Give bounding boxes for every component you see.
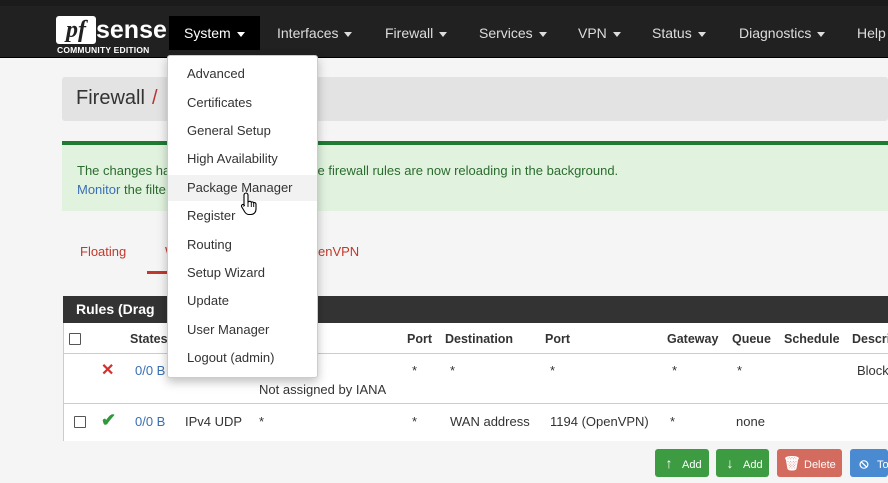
menu-user-manager[interactable]: User Manager (168, 317, 317, 343)
nav-firewall-label: Firewall (385, 25, 434, 41)
rules-panel-title: Rules (Drag (76, 301, 155, 317)
nav-vpn-label: VPN (578, 25, 607, 41)
logo-edition: COMMUNITY EDITION (57, 45, 150, 55)
chevron-down-icon (697, 31, 706, 37)
toggle-label: To (877, 459, 888, 471)
nav-status-label: Status (652, 25, 692, 41)
row2-checkbox[interactable] (74, 416, 86, 428)
menu-general-setup[interactable]: General Setup (168, 118, 317, 144)
row1-description: Block (857, 363, 888, 378)
alert-text-rest: the filte (120, 182, 166, 197)
menu-certificates[interactable]: Certificates (168, 90, 317, 116)
arrow-up-icon: ↑ (665, 455, 673, 471)
add-top-label: Add (682, 459, 702, 471)
alert-text-end: fully. The firewall rules are now reload… (273, 163, 619, 178)
row1-queue: * (737, 363, 743, 378)
row1-states[interactable]: 0/0 B (135, 363, 165, 378)
col-states[interactable]: States (130, 332, 168, 346)
row2-states[interactable]: 0/0 B (135, 414, 165, 429)
nav-system-label: System (184, 25, 231, 41)
menu-update[interactable]: Update (168, 288, 317, 314)
nav-services-label: Services (479, 25, 533, 41)
row2-port: * (412, 414, 418, 429)
monitor-link[interactable]: Monitor (77, 182, 120, 197)
arrow-down-icon: ↓ (726, 455, 734, 471)
active-tab-indicator (147, 271, 169, 274)
nav-interfaces[interactable]: Interfaces (277, 16, 353, 50)
ban-icon: ⦸ (859, 455, 869, 471)
logo-pf: pf (56, 16, 96, 44)
row2-dest-port: 1194 (OpenVPN) (550, 414, 649, 429)
nav-help[interactable]: Help (857, 16, 886, 50)
row2-queue: none (736, 414, 765, 429)
chevron-down-icon (538, 31, 547, 37)
row2-protocol: IPv4 UDP (185, 414, 243, 429)
nav-diagnostics-label: Diagnostics (739, 25, 812, 41)
menu-routing[interactable]: Routing (168, 232, 317, 258)
row1-source-note: Not assigned by IANA (259, 382, 387, 397)
tab-openvpn[interactable]: enVPN (318, 244, 359, 259)
top-navbar: pf sense COMMUNITY EDITION System Interf… (0, 6, 888, 58)
nav-system[interactable]: System (169, 16, 260, 50)
delete-button[interactable]: 🗑 Delete (777, 449, 842, 477)
pfsense-logo[interactable]: pf sense COMMUNITY EDITION (56, 16, 167, 56)
alert-line-1: The changes ha fully. The firewall rules … (77, 163, 618, 178)
add-bottom-button[interactable]: ↓ Add (716, 449, 769, 477)
chevron-down-icon (439, 31, 448, 37)
col-schedule[interactable]: Schedule (784, 332, 840, 346)
chevron-down-icon (344, 31, 353, 37)
toggle-button[interactable]: ⦸ To (850, 449, 888, 477)
alert-line-2: Monitor the filte (77, 182, 166, 197)
add-bottom-label: Add (743, 459, 763, 471)
trash-icon: 🗑 (783, 455, 801, 471)
menu-logout[interactable]: Logout (admin) (168, 345, 317, 371)
menu-high-availability[interactable]: High Availability (168, 146, 317, 172)
alert-text-start: The changes ha (77, 163, 171, 178)
chevron-down-icon (817, 31, 826, 37)
block-icon: ✕ (101, 362, 115, 379)
col-gateway[interactable]: Gateway (667, 332, 718, 346)
nav-services[interactable]: Services (479, 16, 547, 50)
nav-status[interactable]: Status (652, 16, 706, 50)
delete-label: Delete (804, 459, 836, 471)
row1-destination: * (450, 363, 456, 378)
nav-vpn[interactable]: VPN (578, 16, 621, 50)
col-queue[interactable]: Queue (732, 332, 771, 346)
row1-gateway: * (672, 363, 678, 378)
row2-gateway: * (670, 414, 676, 429)
chevron-down-icon (236, 31, 245, 37)
row2-destination: WAN address (450, 414, 530, 429)
nav-interfaces-label: Interfaces (277, 25, 339, 41)
col-dest-port[interactable]: Port (545, 332, 570, 346)
page-title[interactable]: Firewall (76, 87, 145, 110)
menu-setup-wizard[interactable]: Setup Wizard (168, 260, 317, 286)
nav-diagnostics[interactable]: Diagnostics (739, 16, 826, 50)
logo-sense: sense (96, 16, 167, 44)
hand-cursor-icon (240, 192, 257, 216)
col-description[interactable]: Descri (852, 332, 888, 346)
breadcrumb-separator: / (152, 87, 158, 109)
nav-firewall[interactable]: Firewall (385, 16, 448, 50)
col-port[interactable]: Port (407, 332, 432, 346)
chevron-down-icon (612, 31, 621, 37)
col-destination[interactable]: Destination (445, 332, 513, 346)
nav-help-label: Help (857, 25, 886, 41)
tab-floating[interactable]: Floating (80, 244, 126, 259)
system-dropdown-menu: Advanced Certificates General Setup High… (167, 55, 318, 378)
select-all-checkbox[interactable] (69, 333, 81, 345)
row-divider (64, 403, 888, 404)
menu-advanced[interactable]: Advanced (168, 61, 317, 87)
row2-source: * (259, 414, 265, 429)
row1-dest-port: * (550, 363, 556, 378)
pass-check-icon: ✔ (101, 410, 117, 430)
add-top-button[interactable]: ↑ Add (655, 449, 709, 477)
row1-port: * (412, 363, 418, 378)
